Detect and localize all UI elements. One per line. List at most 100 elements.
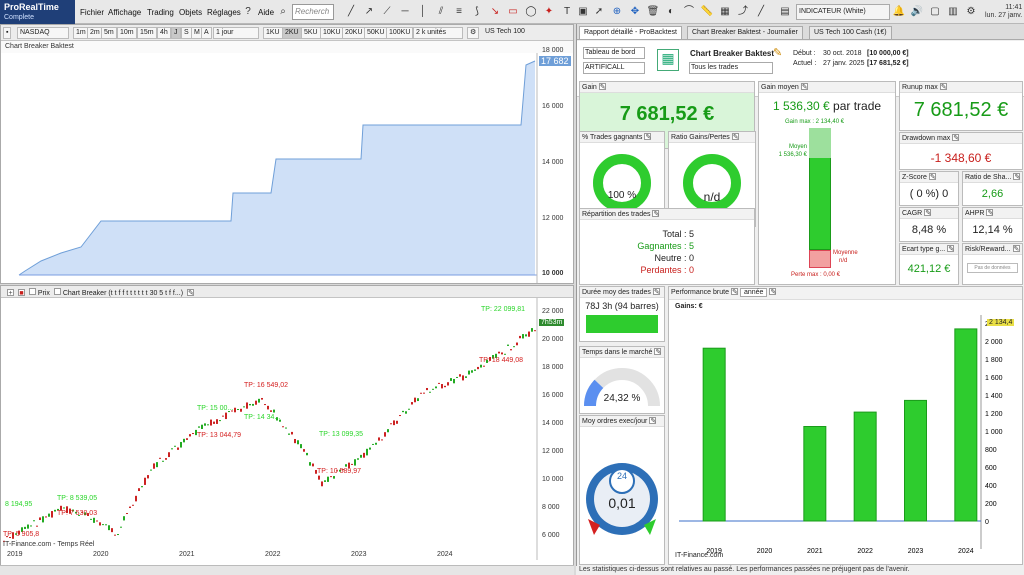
menu-reglages[interactable]: Réglages	[207, 8, 241, 17]
move-icon[interactable]: ✥	[628, 5, 642, 19]
pin-icon[interactable]: ✎	[928, 173, 936, 181]
report-icon[interactable]: ▦	[657, 49, 679, 71]
indicator-icon[interactable]: ▤	[778, 5, 792, 19]
alert-icon[interactable]: 🔔	[892, 5, 906, 19]
chart-type-icon[interactable]: ╱	[754, 5, 768, 19]
candle	[531, 328, 533, 332]
pin-icon[interactable]: ✎	[924, 209, 932, 217]
vline-tool-icon[interactable]: │	[416, 5, 430, 19]
price-chart	[3, 298, 538, 560]
help-icon[interactable]: ?	[241, 5, 255, 19]
pin-icon[interactable]: ✎	[652, 210, 660, 218]
pin-icon[interactable]: ✎	[598, 83, 606, 91]
tab-journalier[interactable]: Chart Breaker Baktest - Journalier	[687, 26, 803, 39]
add-icon[interactable]: +	[7, 289, 14, 297]
remove-icon[interactable]: ■	[17, 289, 25, 297]
perdantes-row: Perdantes : 0	[580, 264, 694, 276]
dashboard-select[interactable]: Tableau de bord	[583, 47, 645, 59]
pin-icon[interactable]: ✎	[947, 245, 955, 253]
menu-fichier[interactable]: Fichier	[80, 8, 104, 17]
pin-icon[interactable]: ✎	[1013, 173, 1021, 181]
pin-icon[interactable]: ✎	[649, 417, 657, 425]
candle	[360, 454, 362, 458]
search-input[interactable]: Recherch	[292, 4, 334, 20]
gain-moyen-value: 1 536,30 €	[772, 99, 830, 113]
arrow-red-icon[interactable]: ↘	[488, 5, 502, 19]
text-tool-icon[interactable]: T	[560, 5, 574, 19]
menu-objets[interactable]: Objets	[179, 8, 202, 17]
pin-icon[interactable]: ✎	[730, 288, 738, 296]
pin-icon[interactable]: ✎	[800, 83, 808, 91]
dial-number: 24	[616, 471, 627, 481]
candle	[126, 513, 128, 515]
wrench-icon[interactable]: ✎	[186, 289, 194, 297]
edit-icon[interactable]: ✎	[773, 46, 782, 59]
cursor-icon[interactable]: ➚	[592, 5, 606, 19]
trash-icon[interactable]: 🗑	[646, 5, 660, 19]
zscore-box: Z-Score ✎ ( 0 %) 0	[899, 171, 959, 206]
pin-icon[interactable]: ✎	[652, 288, 660, 296]
riskreward-button[interactable]: Pas de données	[967, 263, 1018, 273]
menu-aide[interactable]: Aide	[258, 8, 274, 17]
pin-icon[interactable]: ✎	[952, 134, 960, 142]
neutre-label: Neutre :	[654, 253, 687, 263]
pin-icon[interactable]: ✎	[1012, 245, 1020, 253]
price-ytick-22000: 22 000	[542, 308, 564, 315]
candle	[204, 423, 206, 426]
zigzag-tool-icon[interactable]: ⟆	[470, 5, 484, 19]
pin-icon[interactable]: ✎	[731, 133, 739, 141]
note-tool-icon[interactable]: ▣	[576, 5, 590, 19]
ellipse-tool-icon[interactable]: ◯	[524, 5, 538, 19]
cagr-box: CAGR ✎ 8,48 %	[899, 207, 959, 242]
arrow-tool-icon[interactable]: ↗	[362, 5, 376, 19]
grid-icon[interactable]: ▦	[718, 5, 732, 19]
window-icon[interactable]: ▢	[928, 5, 942, 19]
candle	[306, 452, 308, 456]
measure-icon[interactable]: 📏	[700, 5, 714, 19]
channel-tool-icon[interactable]: ⫽	[434, 5, 448, 19]
candle	[303, 449, 305, 452]
magnet-icon[interactable]: ⌒	[682, 5, 696, 19]
candle	[138, 488, 140, 492]
tab-rapport[interactable]: Rapport détaillé - ProBacktest	[579, 26, 682, 39]
candle	[27, 524, 29, 529]
candle	[96, 520, 98, 522]
tab-instrument[interactable]: US Tech 100 Cash (1€)	[809, 26, 892, 39]
sound-icon[interactable]: 🔊	[910, 5, 924, 19]
candle	[390, 423, 392, 425]
layout-icon[interactable]: ▥	[946, 5, 960, 19]
pin-icon[interactable]: ✎	[769, 288, 777, 296]
fib-tool-icon[interactable]: ≡	[452, 5, 466, 19]
settings-icon[interactable]: ⚙	[964, 5, 978, 19]
hline-tool-icon[interactable]: ─	[398, 5, 412, 19]
pin-icon[interactable]: ✎	[644, 133, 652, 141]
perf-box: Performance brute✎ année✎ Gains: € 2 200…	[668, 286, 1023, 565]
runup-value: 7 681,52 €	[913, 99, 1009, 121]
zoom-icon[interactable]: ⊕	[610, 5, 624, 19]
ray-tool-icon[interactable]: ⟋	[380, 5, 394, 19]
indicator-selector[interactable]: INDICATEUR (White)	[796, 4, 890, 20]
duree-value: 78J 3h (94 barres)	[585, 301, 659, 311]
pin-icon[interactable]: ✎	[986, 209, 994, 217]
line-tool-icon[interactable]: ╱	[344, 5, 358, 19]
candle	[420, 392, 422, 394]
menu-affichage[interactable]: Affichage	[108, 8, 141, 17]
indicator-checkbox[interactable]	[53, 288, 61, 295]
temps-gauge	[584, 368, 660, 407]
system-select[interactable]: ARTIFICALL	[583, 62, 645, 74]
candle	[186, 438, 188, 440]
prix-checkbox[interactable]	[28, 288, 36, 295]
menu-trading[interactable]: Trading	[147, 8, 174, 17]
candle	[468, 370, 470, 375]
trend-icon[interactable]: ⤴	[736, 5, 750, 19]
rectangle-tool-icon[interactable]: ▭	[506, 5, 520, 19]
pin-icon[interactable]: ✎	[654, 348, 662, 356]
hide-icon[interactable]: ◐	[664, 5, 678, 19]
candle	[426, 387, 428, 391]
perf-period-select[interactable]: année	[739, 288, 768, 297]
search-icon[interactable]: ⌕	[276, 5, 290, 19]
pin-icon[interactable]: ✎	[939, 83, 947, 91]
sharpe-value: 2,66	[981, 188, 1004, 200]
trades-filter[interactable]: Tous les trades	[689, 62, 773, 74]
marker-tool-icon[interactable]: ✦	[542, 5, 556, 19]
